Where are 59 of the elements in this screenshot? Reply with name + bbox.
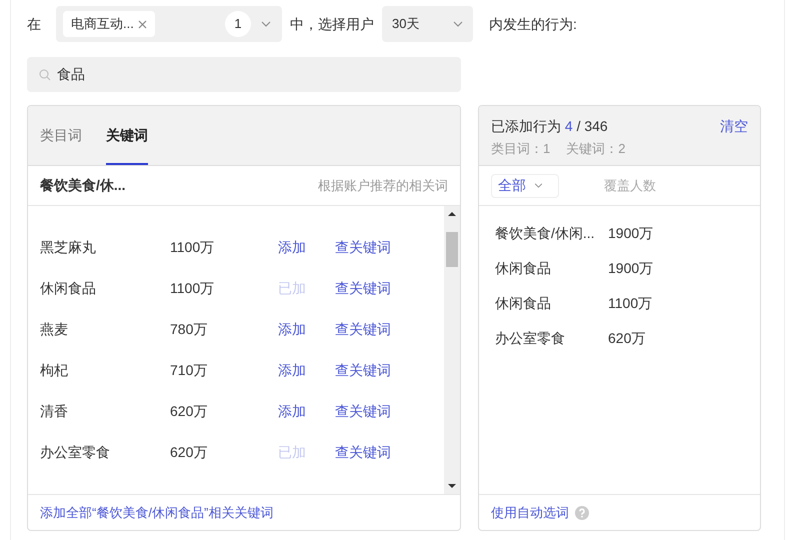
keyword-text: 黑芝麻丸 xyxy=(40,238,97,257)
count-text: 620万 xyxy=(170,443,208,462)
filter-label: 中，选择用户 xyxy=(290,14,374,34)
added-count-text: 已添加行为 4 / 346 xyxy=(491,117,608,136)
add-button[interactable]: 添加 xyxy=(278,401,318,422)
auto-select-link[interactable]: 使用自动选词 xyxy=(491,502,569,522)
scrollbar[interactable] xyxy=(444,206,460,494)
related-keywords-link[interactable]: 查关键词 xyxy=(335,360,391,381)
behavior-text: 餐饮美食/休闲... xyxy=(495,224,596,243)
behavior-text: 办公室零食 xyxy=(495,329,566,348)
behavior-text: 休闲食品 xyxy=(495,259,552,278)
related-keywords-link[interactable]: 查关键词 xyxy=(335,442,391,463)
count-text: 620万 xyxy=(170,402,208,421)
scroll-thumb[interactable] xyxy=(446,232,458,267)
count-text: 1900万 xyxy=(608,224,654,243)
add-button[interactable]: 添加 xyxy=(278,360,318,381)
tab[interactable]: 类目词 xyxy=(40,106,82,165)
clear-button[interactable]: 清空 xyxy=(720,116,748,137)
count-text: 1100万 xyxy=(170,238,216,257)
tab[interactable]: 关键词 xyxy=(106,106,148,165)
related-keywords-link[interactable]: 查关键词 xyxy=(335,278,391,299)
add-button[interactable]: 添加 xyxy=(278,237,318,258)
search-icon xyxy=(39,69,51,81)
count-text: 710万 xyxy=(170,361,208,380)
keyword-text: 燕麦 xyxy=(40,320,69,339)
caret-icon xyxy=(453,21,463,27)
scroll-up-icon[interactable] xyxy=(448,212,456,216)
related-keywords-link[interactable]: 查关键词 xyxy=(335,319,391,340)
count-text: 1100万 xyxy=(170,279,216,298)
count-text: 780万 xyxy=(170,320,208,339)
keyword-text: 清香 xyxy=(40,402,69,421)
keyword-text: 枸杞 xyxy=(40,361,69,380)
add-button[interactable]: 添加 xyxy=(278,319,318,340)
keyword-count: 关键词：2 xyxy=(566,140,626,158)
keyword-text: 休闲食品 xyxy=(40,279,97,298)
category-count: 类目词：1 xyxy=(491,140,550,158)
count-badge: 1 xyxy=(225,11,251,37)
keyword-text: 办公室零食 xyxy=(40,443,111,462)
scroll-down-icon[interactable] xyxy=(448,484,456,488)
source-select[interactable]: 电商互动... 1 xyxy=(56,6,282,42)
type-select[interactable]: 全部 xyxy=(491,174,559,198)
caret-icon xyxy=(534,183,543,188)
count-text: 1100万 xyxy=(608,294,652,313)
column-header: 覆盖人数 xyxy=(604,176,656,195)
source-tag: 电商互动... xyxy=(63,11,155,37)
related-keywords-link[interactable]: 查关键词 xyxy=(335,237,391,258)
category-title: 餐饮美食/休... xyxy=(40,176,126,195)
count-text: 620万 xyxy=(608,329,646,348)
close-icon[interactable] xyxy=(138,20,147,28)
hint-text: 根据账户推荐的相关词 xyxy=(318,176,448,195)
filter-label: 内发生的行为: xyxy=(489,14,577,34)
related-keywords-link[interactable]: 查关键词 xyxy=(335,401,391,422)
add-all-link[interactable]: 添加全部“餐饮美食/休闲食品”相关关键词 xyxy=(40,502,274,522)
search-field[interactable]: 食品 xyxy=(27,57,461,92)
behavior-text: 休闲食品 xyxy=(495,294,552,313)
filter-label: 在 xyxy=(27,14,41,34)
caret-icon xyxy=(261,21,271,27)
count-text: 1900万 xyxy=(608,259,654,278)
period-select[interactable]: 30天 xyxy=(382,6,473,42)
